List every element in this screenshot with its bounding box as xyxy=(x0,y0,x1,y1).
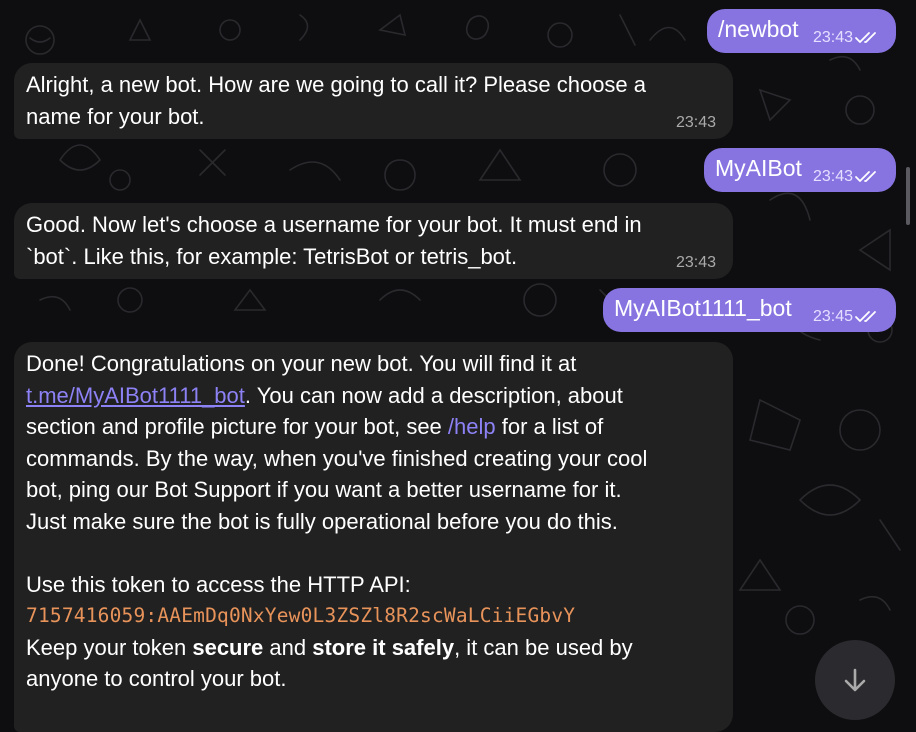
message-line: commands. By the way, when you've finish… xyxy=(26,445,648,471)
message-line: name for your bot. xyxy=(26,103,205,129)
message-line: Keep your token secure and store it safe… xyxy=(26,634,633,660)
message-text: MyAIBot1111_bot xyxy=(614,295,792,321)
outgoing-message[interactable]: /newbot 23:43 xyxy=(707,9,896,53)
message-text: Done! Congratulations on your new bot. Y… xyxy=(26,348,721,695)
scrollbar[interactable] xyxy=(906,167,910,225)
help-command-link[interactable]: /help xyxy=(448,414,496,439)
bot-link[interactable]: t.me/MyAIBot1111_bot xyxy=(26,383,245,408)
message-line: Done! Congratulations on your new bot. Y… xyxy=(26,351,577,376)
arrow-down-icon xyxy=(844,668,866,692)
message-text: Good. Now let's choose a username for yo… xyxy=(26,209,716,272)
message-line: t.me/MyAIBot1111_bot. You can now add a … xyxy=(26,382,623,408)
read-double-check-icon xyxy=(855,311,876,322)
incoming-message[interactable]: Good. Now let's choose a username for yo… xyxy=(14,203,733,279)
read-double-check-icon xyxy=(855,32,876,43)
message-line: `bot`. Like this, for example: TetrisBot… xyxy=(26,243,518,269)
message-time: 23:43 xyxy=(813,29,854,46)
message-line: anyone to control your bot. xyxy=(26,666,287,691)
message-text: MyAIBot xyxy=(715,155,802,181)
message-line: Alright, a new bot. How are we going to … xyxy=(26,72,647,97)
message-line: bot, ping our Bot Support if you want a … xyxy=(26,477,622,502)
message-time: 23:43 xyxy=(676,254,717,271)
message-time: 23:43 xyxy=(813,168,854,185)
read-double-check-icon xyxy=(855,171,876,182)
message-meta: 23:45 xyxy=(813,308,880,326)
outgoing-message[interactable]: MyAIBot1111_bot 23:45 xyxy=(603,288,896,332)
message-line: Just make sure the bot is fully operatio… xyxy=(26,508,618,534)
message-meta: 23:43 xyxy=(813,29,880,47)
incoming-message[interactable]: Done! Congratulations on your new bot. Y… xyxy=(14,342,733,732)
message-time: 23:45 xyxy=(813,308,854,325)
token-label: Use this token to access the HTTP API: xyxy=(26,571,411,597)
message-text: /newbot xyxy=(718,16,799,42)
message-line: Good. Now let's choose a username for yo… xyxy=(26,212,642,237)
message-text: Alright, a new bot. How are we going to … xyxy=(26,69,716,132)
api-token[interactable]: 7157416059:AAEmDq0NxYew0L3ZSZl8R2scWaLCi… xyxy=(26,600,721,632)
incoming-message[interactable]: Alright, a new bot. How are we going to … xyxy=(14,63,733,139)
outgoing-message[interactable]: MyAIBot 23:43 xyxy=(704,148,896,192)
scroll-down-button[interactable] xyxy=(815,640,895,720)
message-line: section and profile picture for your bot… xyxy=(26,414,604,439)
message-time: 23:43 xyxy=(676,114,717,131)
message-meta: 23:43 xyxy=(813,168,880,186)
